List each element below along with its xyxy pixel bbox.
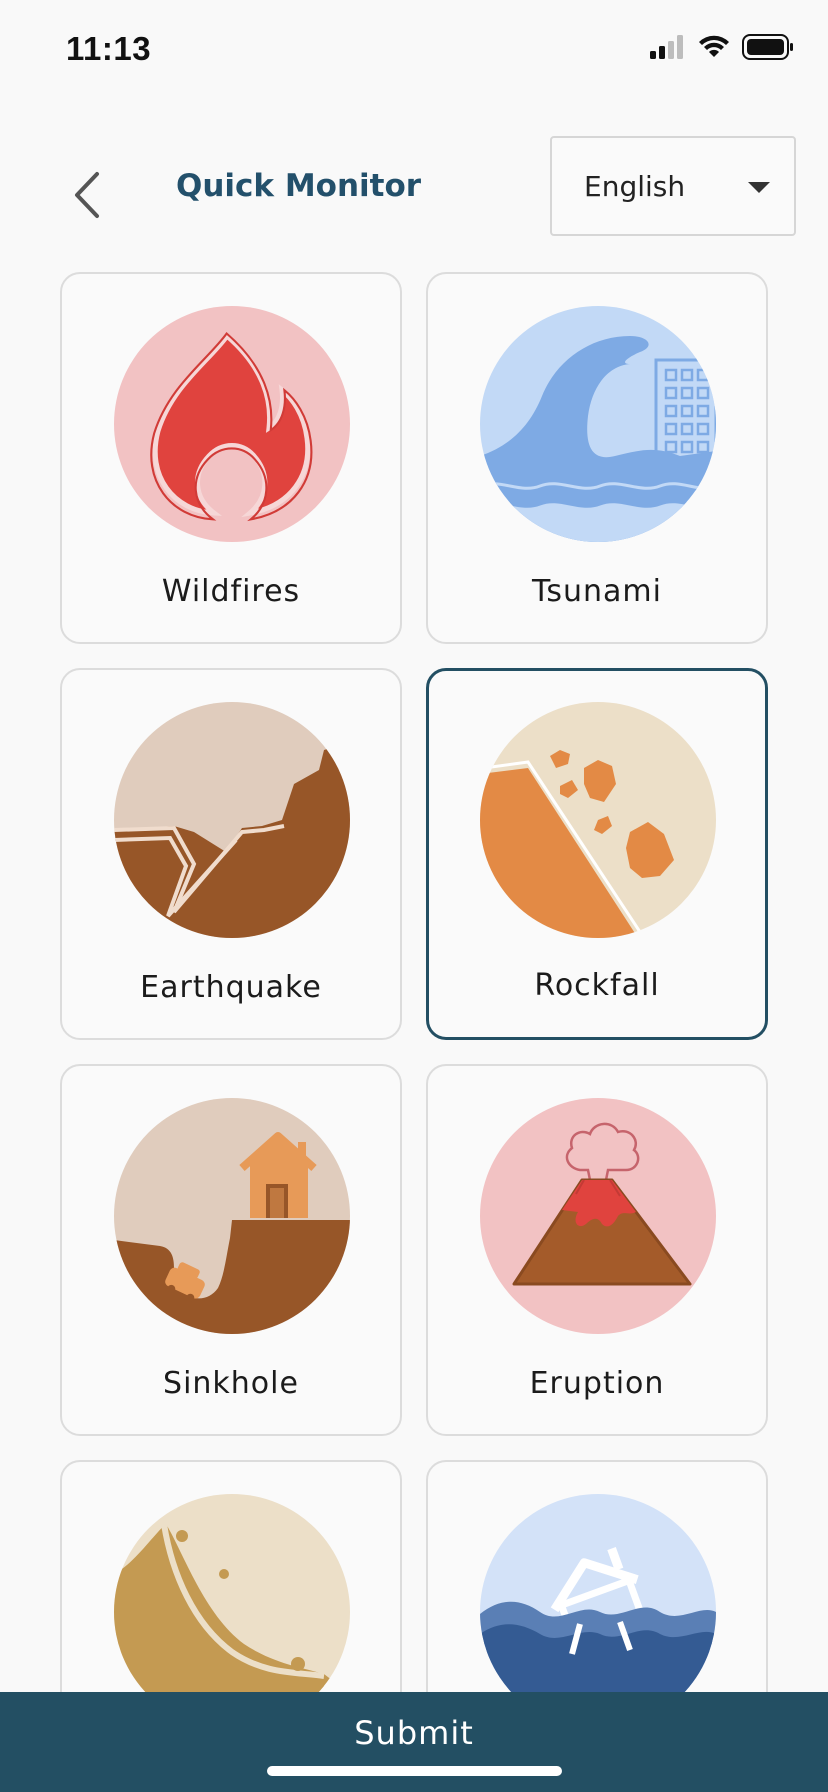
hazard-label: Eruption [529, 1366, 665, 1401]
home-indicator[interactable] [267, 1766, 562, 1776]
eruption-icon [480, 1098, 716, 1334]
tsunami-icon [480, 306, 716, 542]
signal-icon [650, 35, 683, 59]
hazard-label: Earthquake [140, 970, 322, 1005]
hazard-card-tsunami[interactable]: Tsunami [426, 272, 768, 644]
status-bar: 11:13 [0, 0, 828, 100]
submit-label: Submit [354, 1714, 474, 1752]
hazard-label: Rockfall [534, 968, 660, 1003]
language-value: English [584, 169, 686, 203]
rockfall-icon [480, 702, 716, 938]
hazard-card-wildfires[interactable]: Wildfires [60, 272, 402, 644]
sinkhole-icon [114, 1098, 350, 1334]
submit-button[interactable]: Submit [0, 1692, 828, 1792]
earthquake-icon [114, 702, 350, 938]
wildfire-icon [114, 306, 350, 542]
hazard-label: Sinkhole [163, 1366, 299, 1401]
hazard-card-earthquake[interactable]: Earthquake [60, 668, 402, 1040]
page-title: Quick Monitor [176, 168, 422, 204]
header: Quick Monitor English [0, 120, 828, 250]
status-time: 11:13 [66, 30, 152, 67]
wifi-icon [699, 35, 729, 57]
hazard-card-sinkhole[interactable]: Sinkhole [60, 1064, 402, 1436]
hazard-label: Wildfires [161, 574, 301, 609]
hazard-card-rockfall[interactable]: Rockfall [426, 668, 768, 1040]
quick-monitor-screen: 11:13 Quick Monitor English Wildfires Ts… [0, 0, 828, 1792]
chevron-left-icon [75, 172, 99, 218]
language-select[interactable]: English [550, 136, 796, 236]
hazard-label: Tsunami [532, 574, 662, 609]
status-icons [650, 34, 794, 60]
caret-down-icon [748, 182, 770, 193]
battery-icon [742, 34, 793, 60]
hazard-card-eruption[interactable]: Eruption [426, 1064, 768, 1436]
back-button[interactable] [62, 160, 112, 230]
